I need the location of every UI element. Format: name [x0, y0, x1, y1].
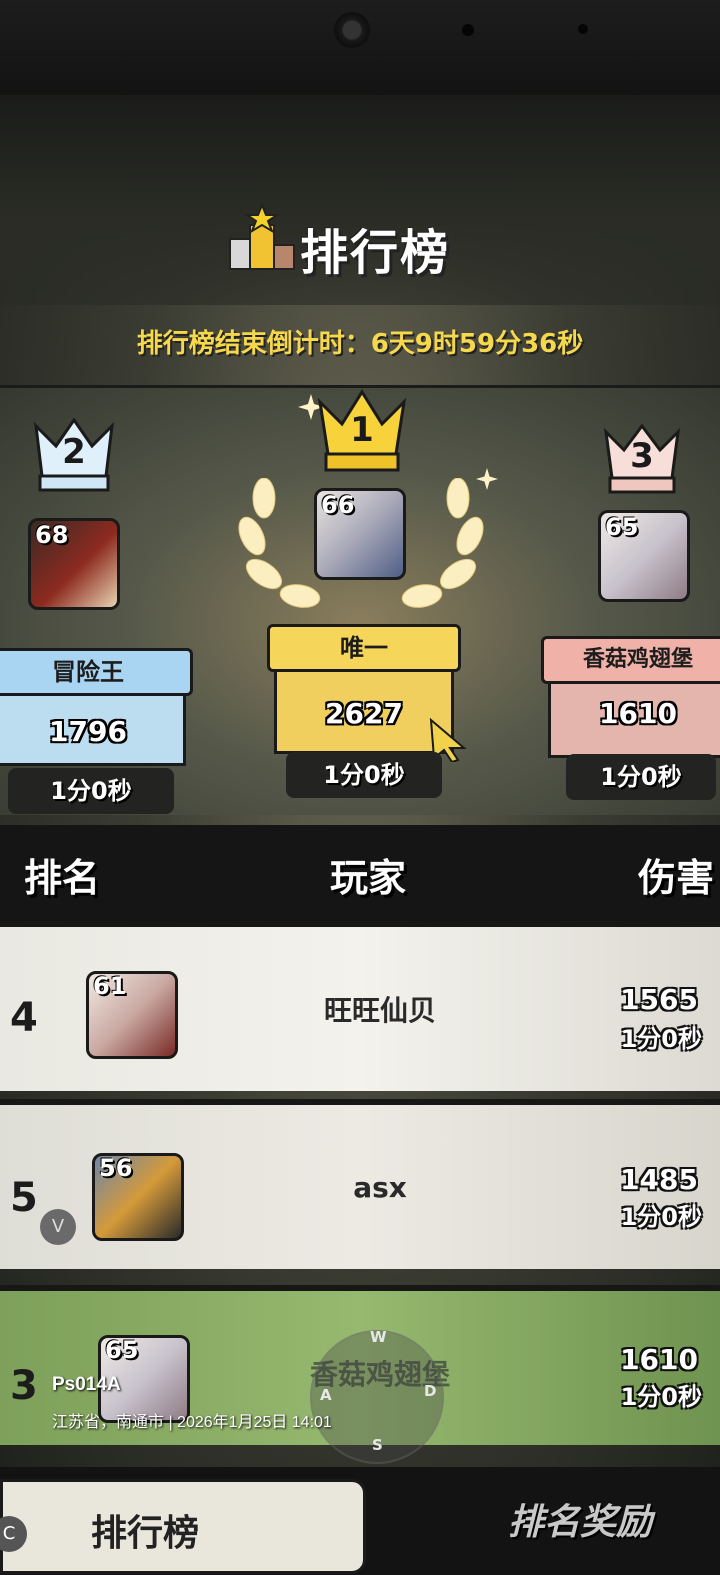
joystick-up-key[interactable]: W	[370, 1328, 387, 1346]
score-value: 1796	[49, 715, 127, 748]
page-title: 排行榜	[300, 225, 451, 281]
rank-number: 1	[350, 410, 374, 450]
corner-badge: C	[0, 1516, 27, 1552]
game-screen: 排行榜 排行榜结束倒计时：6天9时59分36秒 2 68 冒险王 1796 1分…	[0, 95, 720, 1575]
level-label: 65	[605, 513, 639, 541]
time-badge: 1分0秒	[566, 754, 716, 800]
tab-leaderboard[interactable]: C 排行榜	[0, 1479, 366, 1574]
avatar[interactable]: 56	[92, 1153, 184, 1241]
level-label: 66	[321, 491, 355, 519]
level-label: 56	[99, 1154, 133, 1182]
row-rank: 4	[10, 995, 38, 1041]
tab-rank-rewards[interactable]: 排名奖励	[508, 1493, 652, 1545]
rank-2-crown: 2	[30, 416, 118, 496]
title-bar: 排行榜	[0, 95, 720, 305]
time-value: 1分0秒	[620, 1025, 702, 1053]
time-badge: 1分0秒	[8, 768, 174, 814]
rank-1-pedestal: 唯一 2627	[267, 624, 461, 754]
avatar[interactable]: 68	[28, 518, 120, 610]
rank-3-crown: 3	[600, 422, 684, 498]
player-name: 旺旺仙贝	[323, 994, 436, 1027]
table-row[interactable]: 5 V 56 asx 1485 1分0秒	[0, 1099, 720, 1269]
level-label: 68	[35, 521, 69, 549]
damage-value: 1565	[620, 983, 698, 1016]
podium-trophy-icon	[229, 203, 295, 270]
avatar[interactable]: 66	[314, 488, 406, 580]
rank-3-pedestal: 香菇鸡翅堡 1610	[541, 636, 720, 758]
score-value: 1610	[599, 697, 677, 730]
rank-2-pedestal: 冒险王 1796	[0, 648, 193, 766]
table-header: 排名 玩家 伤害	[0, 825, 720, 921]
row-rank: 3	[10, 1363, 38, 1409]
joystick-down-key[interactable]: S	[372, 1436, 383, 1454]
joystick-right-key[interactable]: D	[424, 1382, 436, 1400]
damage-value: 1610	[620, 1343, 698, 1376]
photo-watermark: Ps014A 江苏省，南通市 | 2026年1月25日 14:01	[52, 1374, 332, 1432]
location-time-label: 江苏省，南通市 | 2026年1月25日 14:01	[52, 1414, 332, 1431]
level-label: 65	[105, 1336, 139, 1364]
tab-label: 排行榜	[91, 1513, 200, 1554]
time-badge: 1分0秒	[286, 752, 442, 798]
column-header-player: 玩家	[330, 856, 407, 900]
device-bezel	[0, 0, 720, 95]
damage-value: 1485	[620, 1163, 698, 1196]
sensor-icon	[462, 24, 474, 36]
vip-badge: V	[40, 1209, 76, 1245]
podium-section: 2 68 冒险王 1796 1分0秒 1 66 唯一 2627 1分0秒 3 6…	[0, 385, 720, 815]
player-name: 冒险王	[0, 648, 193, 696]
avatar[interactable]: 65	[598, 510, 690, 602]
countdown-timer: 排行榜结束倒计时：6天9时59分36秒	[136, 329, 584, 359]
player-name: 香菇鸡翅堡	[541, 636, 720, 684]
rank-number: 3	[630, 436, 654, 476]
device-label: Ps014A	[52, 1374, 121, 1395]
row-rank: 5	[10, 1175, 38, 1221]
time-value: 1分0秒	[620, 1383, 702, 1411]
avatar[interactable]: 61	[86, 971, 178, 1059]
camera-icon	[334, 12, 370, 48]
player-name: asx	[353, 1171, 407, 1204]
column-header-rank: 排名	[24, 856, 101, 900]
table-row[interactable]: 4 61 旺旺仙贝 1565 1分0秒	[0, 921, 720, 1091]
sensor-icon	[578, 24, 588, 34]
score-value: 2627	[325, 697, 403, 730]
column-header-damage: 伤害	[638, 856, 715, 900]
player-name: 唯一	[267, 624, 461, 672]
level-label: 61	[93, 972, 127, 1000]
rank-number: 2	[62, 432, 86, 472]
bottom-tab-bar: C 排行榜 排名奖励	[0, 1467, 720, 1575]
time-value: 1分0秒	[620, 1203, 702, 1231]
rank-1-crown: 1	[314, 388, 410, 478]
